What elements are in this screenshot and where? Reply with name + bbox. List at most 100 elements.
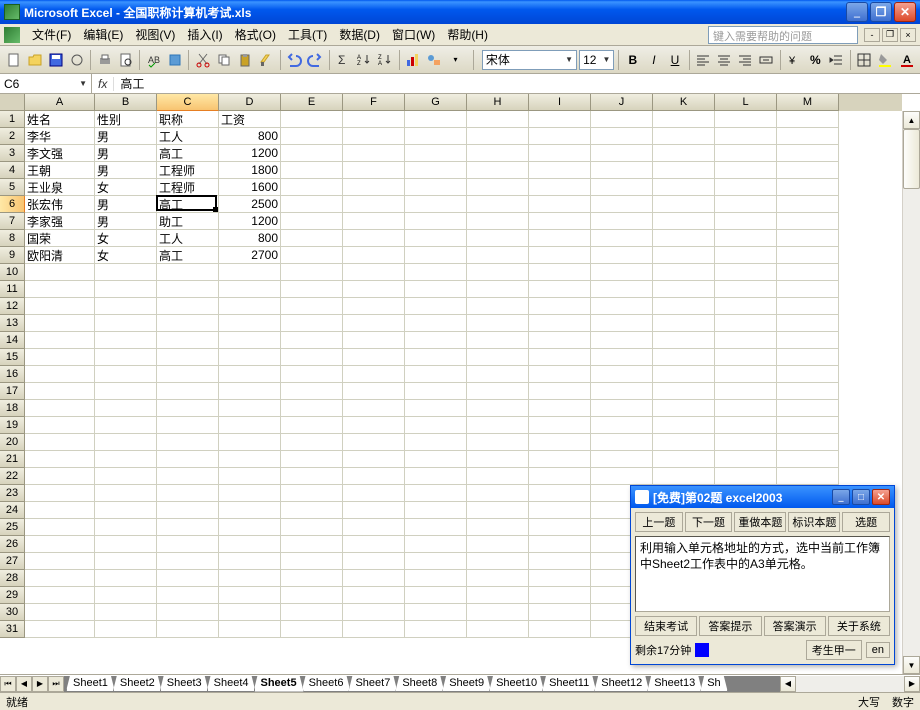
cell-B31[interactable]	[95, 621, 157, 638]
cell-F28[interactable]	[343, 570, 405, 587]
cell-K4[interactable]	[653, 162, 715, 179]
cell-E21[interactable]	[281, 451, 343, 468]
cell-G13[interactable]	[405, 315, 467, 332]
cell-B13[interactable]	[95, 315, 157, 332]
cell-F24[interactable]	[343, 502, 405, 519]
row-header-6[interactable]: 6	[0, 196, 25, 213]
cell-A9[interactable]: 欧阳清	[25, 247, 95, 264]
cell-A12[interactable]	[25, 298, 95, 315]
cell-H30[interactable]	[467, 604, 529, 621]
exam-demo-button[interactable]: 答案演示	[764, 616, 826, 636]
cell-B5[interactable]: 女	[95, 179, 157, 196]
cell-F5[interactable]	[343, 179, 405, 196]
bold-button[interactable]: B	[623, 49, 642, 71]
cell-L19[interactable]	[715, 417, 777, 434]
cell-H23[interactable]	[467, 485, 529, 502]
col-header-A[interactable]: A	[25, 94, 95, 111]
cell-K8[interactable]	[653, 230, 715, 247]
spell-button[interactable]: AB	[144, 49, 163, 71]
cell-M11[interactable]	[777, 281, 839, 298]
cell-J7[interactable]	[591, 213, 653, 230]
cell-A26[interactable]	[25, 536, 95, 553]
cell-M12[interactable]	[777, 298, 839, 315]
cell-G23[interactable]	[405, 485, 467, 502]
cell-I31[interactable]	[529, 621, 591, 638]
cell-D21[interactable]	[219, 451, 281, 468]
cell-G3[interactable]	[405, 145, 467, 162]
align-left-button[interactable]	[693, 49, 712, 71]
cell-K15[interactable]	[653, 349, 715, 366]
cell-A16[interactable]	[25, 366, 95, 383]
cell-A22[interactable]	[25, 468, 95, 485]
cell-L17[interactable]	[715, 383, 777, 400]
cell-H11[interactable]	[467, 281, 529, 298]
paste-button[interactable]	[236, 49, 255, 71]
cell-E18[interactable]	[281, 400, 343, 417]
cell-A4[interactable]: 王朝	[25, 162, 95, 179]
cell-H2[interactable]	[467, 128, 529, 145]
cell-A2[interactable]: 李华	[25, 128, 95, 145]
col-header-D[interactable]: D	[219, 94, 281, 111]
cell-L15[interactable]	[715, 349, 777, 366]
font-size-select[interactable]: 12▼	[579, 50, 614, 70]
cell-C18[interactable]	[157, 400, 219, 417]
cell-D5[interactable]: 1600	[219, 179, 281, 196]
cell-H10[interactable]	[467, 264, 529, 281]
cell-F19[interactable]	[343, 417, 405, 434]
cell-K18[interactable]	[653, 400, 715, 417]
cell-A1[interactable]: 姓名	[25, 111, 95, 128]
cell-J3[interactable]	[591, 145, 653, 162]
cell-G5[interactable]	[405, 179, 467, 196]
cell-J14[interactable]	[591, 332, 653, 349]
cell-M15[interactable]	[777, 349, 839, 366]
cell-E8[interactable]	[281, 230, 343, 247]
cell-G2[interactable]	[405, 128, 467, 145]
cell-H15[interactable]	[467, 349, 529, 366]
cell-G1[interactable]	[405, 111, 467, 128]
cell-B20[interactable]	[95, 434, 157, 451]
cell-A7[interactable]: 李家强	[25, 213, 95, 230]
cell-E22[interactable]	[281, 468, 343, 485]
menu-format[interactable]: 格式(O)	[229, 24, 282, 45]
cell-F10[interactable]	[343, 264, 405, 281]
cell-F27[interactable]	[343, 553, 405, 570]
cell-G27[interactable]	[405, 553, 467, 570]
tab-next-button[interactable]: ▶	[32, 676, 48, 692]
cell-A17[interactable]	[25, 383, 95, 400]
cell-K20[interactable]	[653, 434, 715, 451]
cell-K5[interactable]	[653, 179, 715, 196]
cell-B19[interactable]	[95, 417, 157, 434]
cell-L20[interactable]	[715, 434, 777, 451]
row-header-27[interactable]: 27	[0, 553, 25, 570]
cell-E25[interactable]	[281, 519, 343, 536]
cell-C24[interactable]	[157, 502, 219, 519]
cell-M17[interactable]	[777, 383, 839, 400]
cell-F18[interactable]	[343, 400, 405, 417]
cell-G25[interactable]	[405, 519, 467, 536]
row-header-12[interactable]: 12	[0, 298, 25, 315]
cell-C4[interactable]: 工程师	[157, 162, 219, 179]
cell-E12[interactable]	[281, 298, 343, 315]
cell-B8[interactable]: 女	[95, 230, 157, 247]
cell-J8[interactable]	[591, 230, 653, 247]
cell-I28[interactable]	[529, 570, 591, 587]
cell-F31[interactable]	[343, 621, 405, 638]
cell-D6[interactable]: 2500	[219, 196, 281, 213]
cell-J21[interactable]	[591, 451, 653, 468]
cell-C28[interactable]	[157, 570, 219, 587]
cell-K12[interactable]	[653, 298, 715, 315]
cell-J19[interactable]	[591, 417, 653, 434]
row-header-7[interactable]: 7	[0, 213, 25, 230]
cell-E2[interactable]	[281, 128, 343, 145]
cell-C30[interactable]	[157, 604, 219, 621]
sheet-tab-Sh[interactable]: Sh	[700, 676, 727, 692]
font-select[interactable]: 宋体▼	[482, 50, 577, 70]
cell-I18[interactable]	[529, 400, 591, 417]
cell-B25[interactable]	[95, 519, 157, 536]
cell-L22[interactable]	[715, 468, 777, 485]
exam-end-button[interactable]: 结束考试	[635, 616, 697, 636]
cell-C23[interactable]	[157, 485, 219, 502]
cell-F13[interactable]	[343, 315, 405, 332]
cell-A13[interactable]	[25, 315, 95, 332]
cell-A27[interactable]	[25, 553, 95, 570]
